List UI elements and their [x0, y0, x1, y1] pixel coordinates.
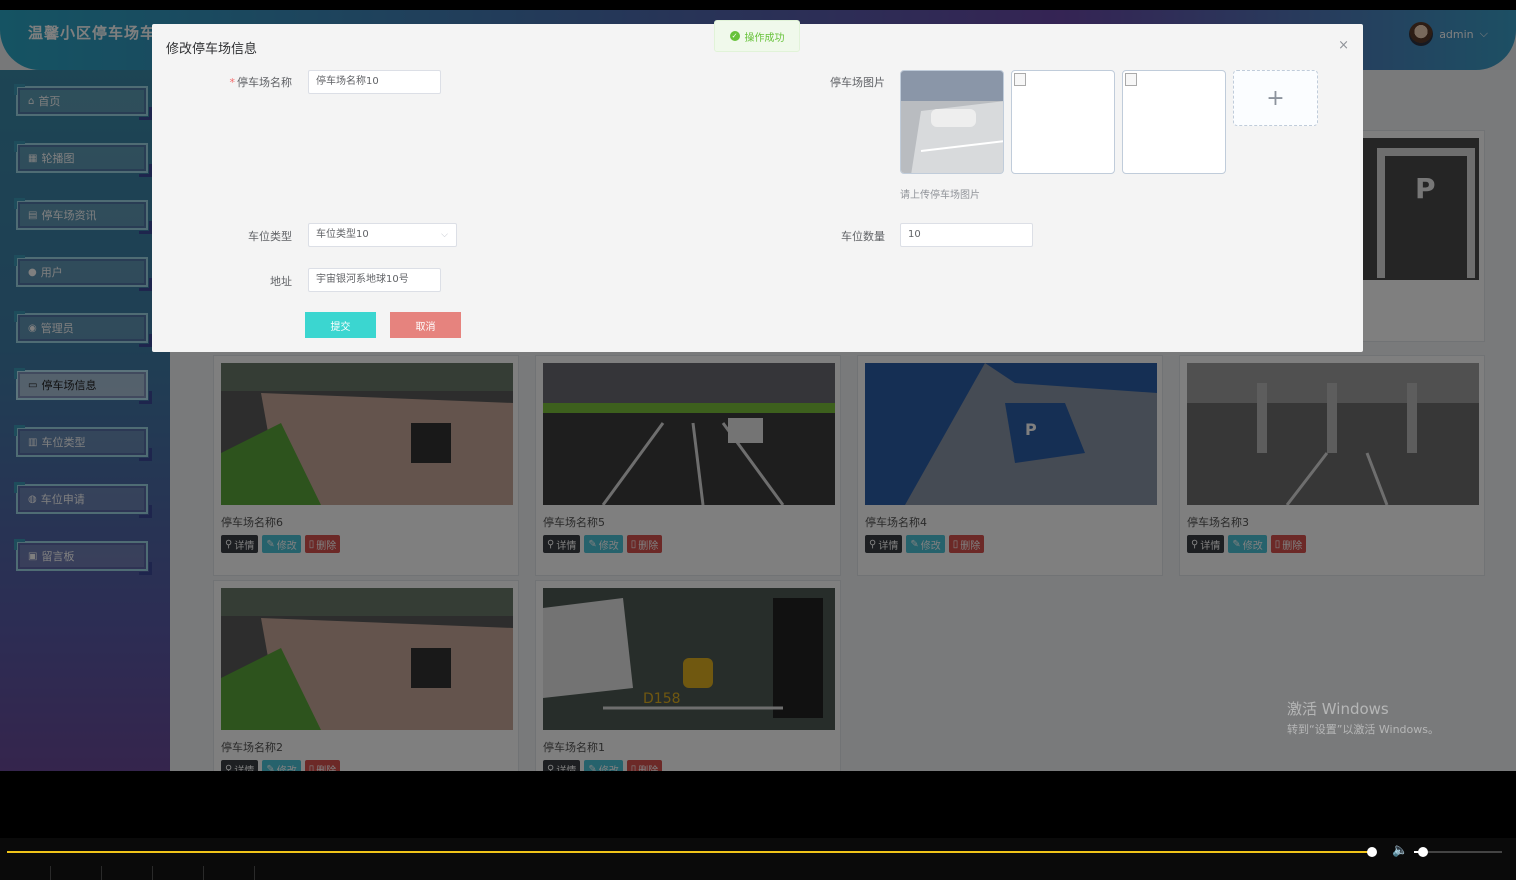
- dialog-title: 修改停车场信息: [166, 42, 258, 57]
- add-image-button[interactable]: +: [1233, 70, 1318, 126]
- uploaded-image-graphic: [901, 71, 1003, 173]
- close-icon[interactable]: ×: [1338, 38, 1349, 53]
- toast-text: 操作成功: [744, 32, 785, 44]
- space-type-select[interactable]: 车位类型10 ⌵: [308, 223, 457, 247]
- app-viewport: 温馨小区停车场车 admin ⌵ ⌂首页 ▦轮播图 ▤停车场资讯 ●用户 ◉管理…: [0, 10, 1516, 771]
- chevron-down-icon: ⌵: [441, 230, 448, 240]
- space-type-label: 车位类型: [248, 230, 292, 243]
- player-segment[interactable]: [153, 866, 204, 880]
- success-toast: ✓ 操作成功: [714, 20, 800, 52]
- broken-image-icon: [1014, 73, 1026, 86]
- volume-icon[interactable]: 🔈: [1392, 843, 1408, 858]
- player-segment[interactable]: [204, 866, 255, 880]
- images-field-label: 停车场图片: [830, 76, 885, 89]
- uploaded-image[interactable]: [900, 70, 1004, 174]
- name-field[interactable]: 停车场名称10: [308, 70, 441, 94]
- name-field-label: * 停车场名称: [152, 74, 293, 90]
- watermark-line-1: 激活 Windows: [1287, 700, 1389, 718]
- watermark-line-2: 转到“设置”以激活 Windows。: [1287, 723, 1439, 736]
- name-label-text: 停车场名称: [237, 76, 292, 89]
- edit-dialog: 修改停车场信息 × * 停车场名称 停车场名称10 停车场图片 + 请上传停车场图…: [152, 24, 1363, 352]
- space-count-label: 车位数量: [841, 230, 885, 243]
- broken-image-icon: [1125, 73, 1137, 86]
- space-type-value: 车位类型10: [316, 229, 369, 240]
- address-field[interactable]: 宇宙银河系地球10号: [308, 268, 441, 292]
- uploaded-image[interactable]: [1122, 70, 1226, 174]
- address-label: 地址: [270, 275, 292, 288]
- upload-tip: 请上传停车场图片: [900, 190, 980, 201]
- cancel-button[interactable]: 取消: [390, 312, 461, 338]
- space-count-field[interactable]: 10: [900, 223, 1033, 247]
- player-segment[interactable]: [51, 866, 102, 880]
- video-player-bar: 🔈: [0, 838, 1516, 880]
- windows-activation-watermark: 激活 Windows 转到“设置”以激活 Windows。: [1287, 698, 1439, 737]
- progress-track[interactable]: [7, 851, 1372, 853]
- check-icon: ✓: [729, 31, 740, 41]
- volume-knob[interactable]: [1418, 847, 1428, 857]
- required-mark: *: [229, 76, 236, 89]
- player-segment[interactable]: [102, 866, 153, 880]
- player-segment[interactable]: [0, 866, 51, 880]
- uploaded-image[interactable]: [1011, 70, 1115, 174]
- progress-knob[interactable]: [1367, 847, 1377, 857]
- player-control-strip: [0, 866, 1516, 880]
- submit-button[interactable]: 提交: [305, 312, 376, 338]
